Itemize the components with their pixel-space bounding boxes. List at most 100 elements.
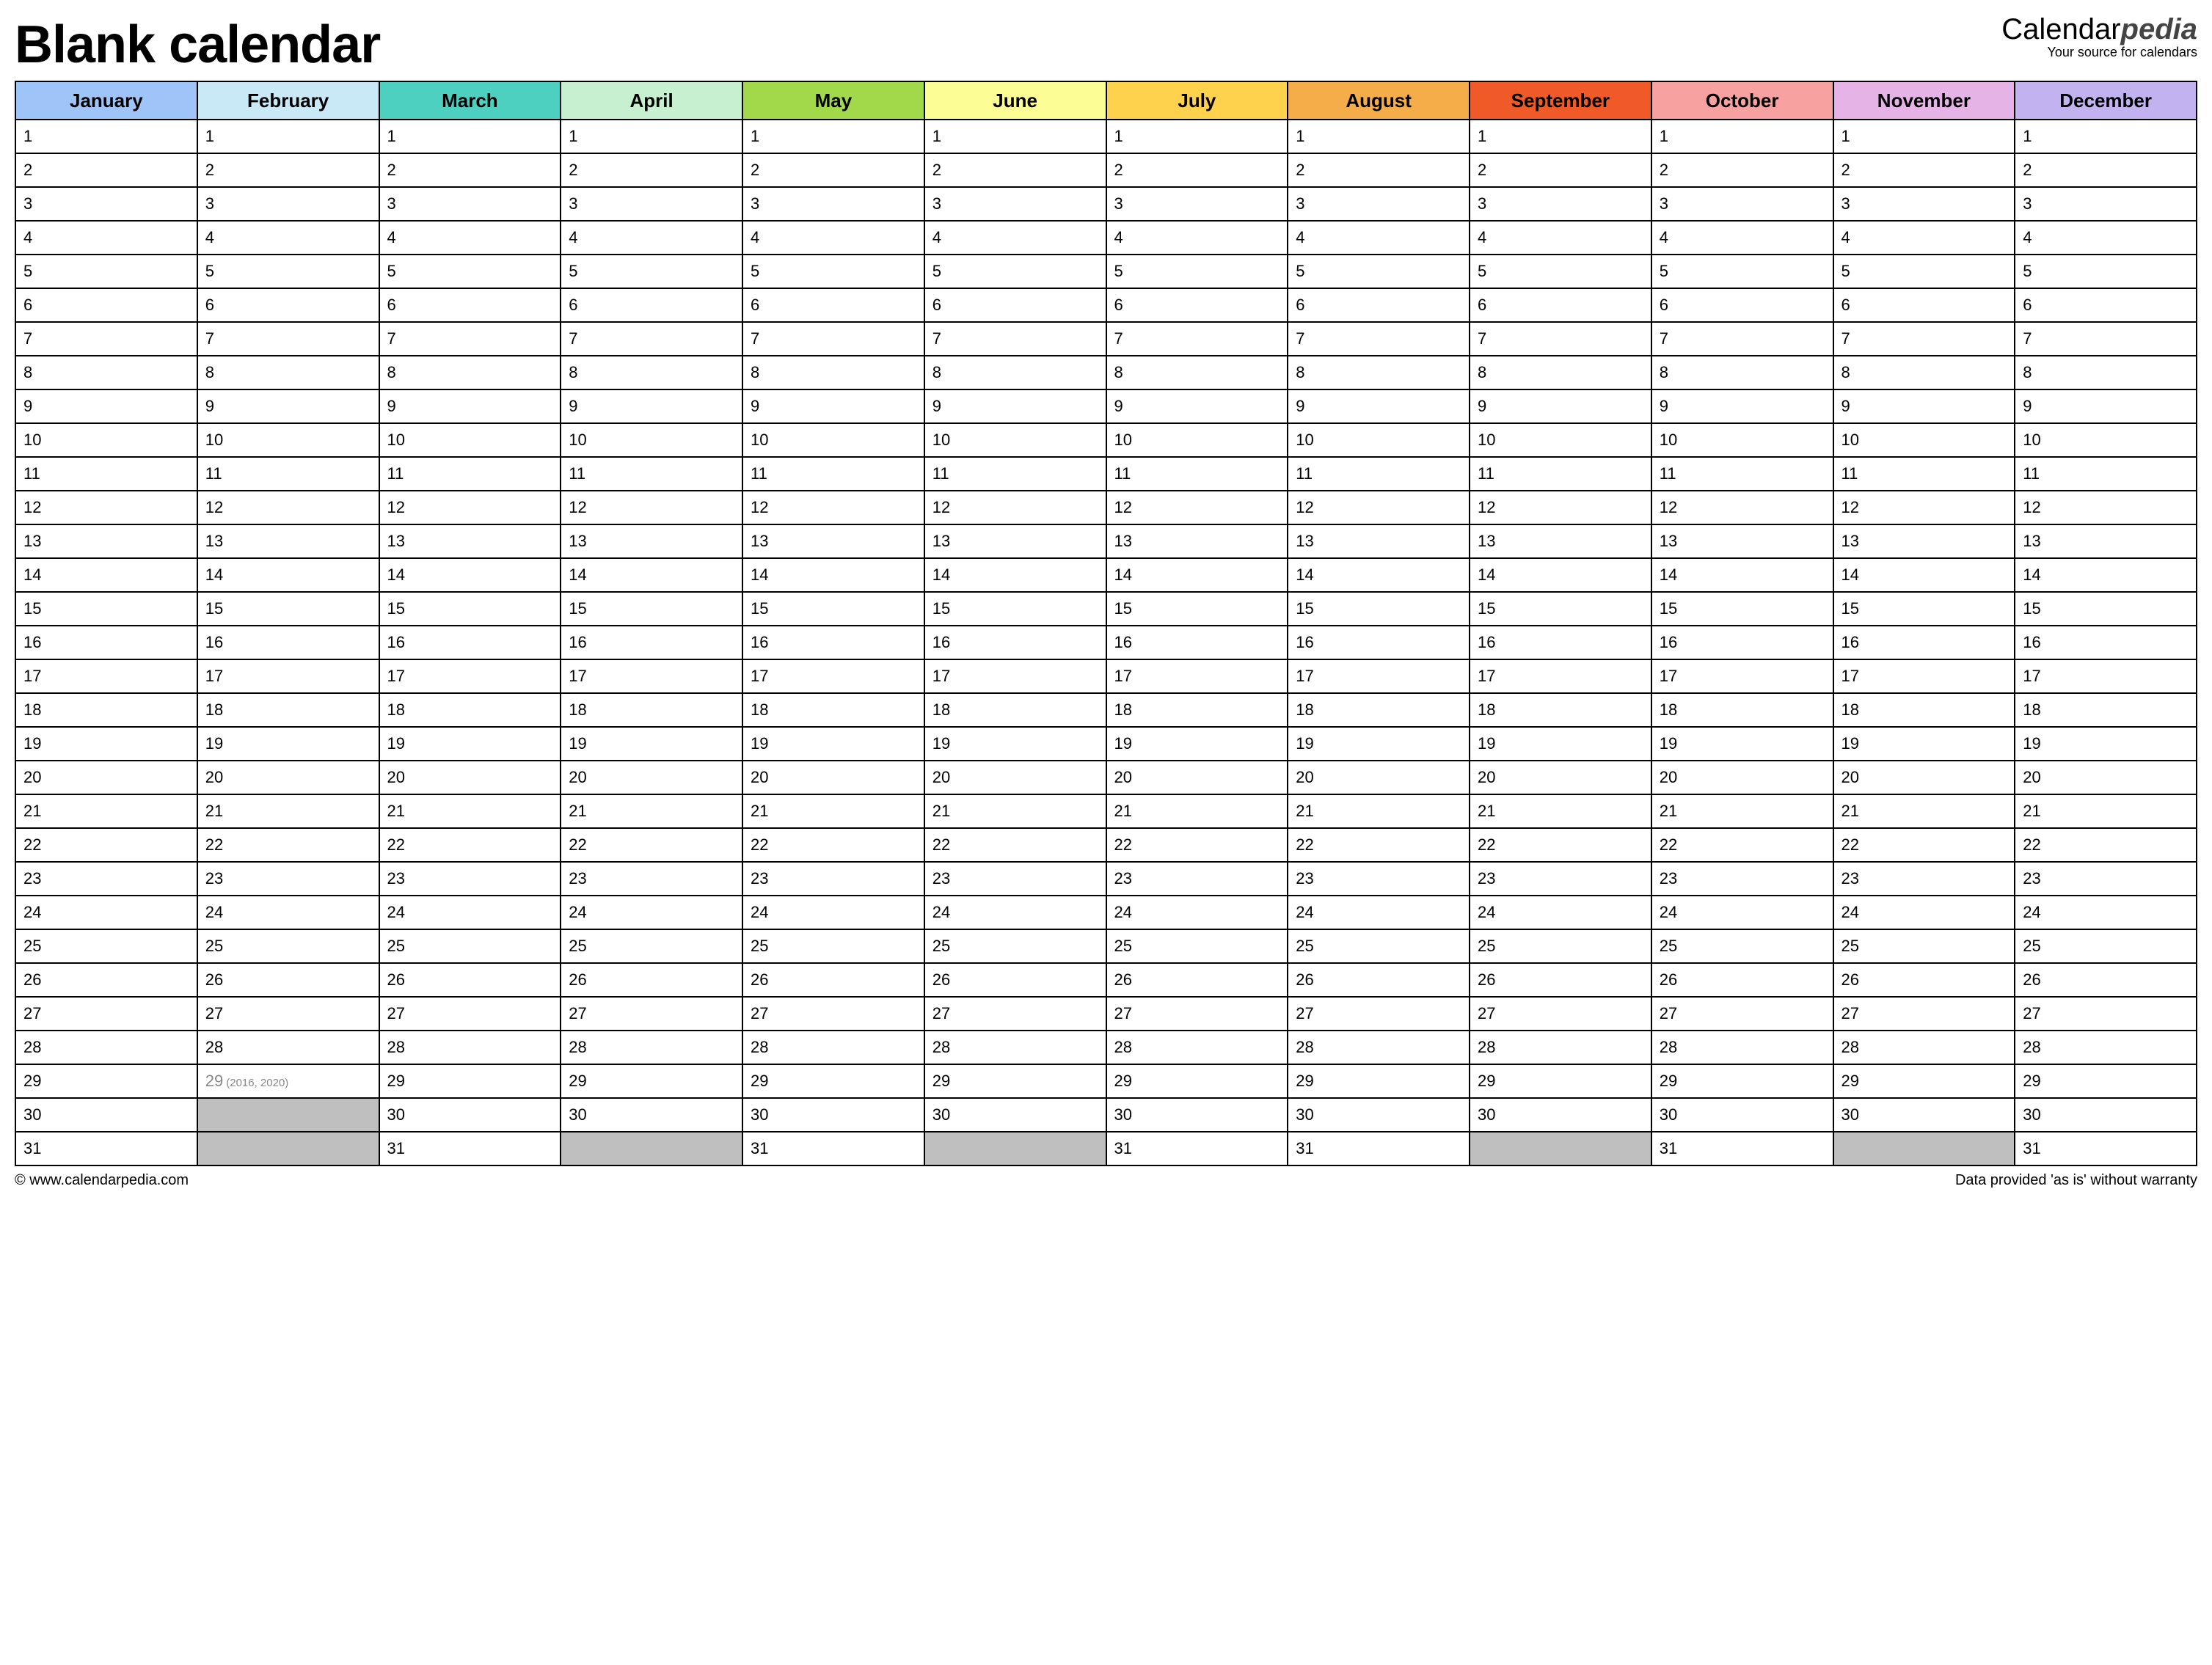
day-cell: 19	[2015, 727, 2197, 761]
day-cell: 21	[1106, 794, 1288, 828]
day-cell: 19	[924, 727, 1106, 761]
day-cell: 22	[561, 828, 742, 862]
day-cell: 3	[1106, 187, 1288, 221]
day-row-28: 282828282828282828282828	[15, 1031, 2197, 1064]
day-cell: 18	[15, 693, 197, 727]
day-cell: 23	[15, 862, 197, 896]
day-cell: 13	[1288, 524, 1470, 558]
day-cell: 30	[1651, 1098, 1833, 1132]
brand-suffix: pedia	[2121, 13, 2197, 45]
day-cell: 15	[742, 592, 924, 626]
day-cell: 26	[561, 963, 742, 997]
day-cell: 10	[197, 423, 379, 457]
day-row-8: 888888888888	[15, 356, 2197, 389]
day-cell: 27	[2015, 997, 2197, 1031]
day-cell: 29	[561, 1064, 742, 1098]
day-cell: 30	[379, 1098, 561, 1132]
day-cell: 5	[742, 255, 924, 288]
day-cell: 16	[1470, 626, 1651, 659]
day-cell: 8	[2015, 356, 2197, 389]
day-cell: 24	[561, 896, 742, 929]
day-cell: 16	[1288, 626, 1470, 659]
day-cell: 25	[1288, 929, 1470, 963]
brand-tagline: Your source for calendars	[2001, 45, 2197, 59]
day-cell: 11	[15, 457, 197, 491]
day-cell: 22	[1470, 828, 1651, 862]
day-cell: 18	[1470, 693, 1651, 727]
day-cell: 10	[15, 423, 197, 457]
day-cell: 6	[1288, 288, 1470, 322]
day-cell: 26	[924, 963, 1106, 997]
day-cell: 27	[924, 997, 1106, 1031]
day-cell: 22	[1288, 828, 1470, 862]
day-cell: 3	[1288, 187, 1470, 221]
day-cell: 21	[379, 794, 561, 828]
day-cell: 28	[1106, 1031, 1288, 1064]
day-row-25: 252525252525252525252525	[15, 929, 2197, 963]
day-cell: 30	[561, 1098, 742, 1132]
day-cell: 28	[2015, 1031, 2197, 1064]
day-cell: 12	[561, 491, 742, 524]
day-cell: 31	[742, 1132, 924, 1166]
day-cell: 7	[197, 322, 379, 356]
day-cell: 28	[15, 1031, 197, 1064]
day-row-22: 222222222222222222222222	[15, 828, 2197, 862]
day-cell: 5	[1470, 255, 1651, 288]
day-cell: 9	[197, 389, 379, 423]
day-cell: 28	[1470, 1031, 1651, 1064]
day-cell: 10	[742, 423, 924, 457]
day-cell: 22	[197, 828, 379, 862]
day-cell: 23	[561, 862, 742, 896]
day-cell: 21	[1651, 794, 1833, 828]
day-cell: 12	[1106, 491, 1288, 524]
day-cell: 16	[15, 626, 197, 659]
blocked-cell	[197, 1098, 379, 1132]
day-cell: 26	[742, 963, 924, 997]
day-cell: 28	[561, 1031, 742, 1064]
day-cell: 27	[15, 997, 197, 1031]
day-cell: 21	[1470, 794, 1651, 828]
day-cell: 8	[1651, 356, 1833, 389]
day-cell: 12	[2015, 491, 2197, 524]
day-cell: 11	[1470, 457, 1651, 491]
day-row-10: 101010101010101010101010	[15, 423, 2197, 457]
day-cell: 22	[379, 828, 561, 862]
day-cell: 18	[2015, 693, 2197, 727]
day-cell: 28	[924, 1031, 1106, 1064]
day-cell: 10	[2015, 423, 2197, 457]
day-cell: 21	[1833, 794, 2015, 828]
day-cell: 3	[197, 187, 379, 221]
day-cell: 17	[924, 659, 1106, 693]
day-cell: 4	[197, 221, 379, 255]
day-cell: 15	[1833, 592, 2015, 626]
calendar-body: 1111111111112222222222223333333333334444…	[15, 120, 2197, 1166]
blocked-cell	[197, 1132, 379, 1166]
day-cell: 28	[1288, 1031, 1470, 1064]
day-cell: 12	[1833, 491, 2015, 524]
day-cell: 5	[1288, 255, 1470, 288]
day-cell: 7	[1833, 322, 2015, 356]
day-cell: 20	[1106, 761, 1288, 794]
day-cell: 27	[1651, 997, 1833, 1031]
day-cell: 13	[924, 524, 1106, 558]
day-cell: 28	[379, 1031, 561, 1064]
day-cell: 2	[561, 153, 742, 187]
day-row-16: 161616161616161616161616	[15, 626, 2197, 659]
day-row-4: 444444444444	[15, 221, 2197, 255]
day-cell: 13	[15, 524, 197, 558]
day-row-29: 2929(2016, 2020)29292929292929292929	[15, 1064, 2197, 1098]
day-cell: 4	[924, 221, 1106, 255]
day-cell: 14	[1833, 558, 2015, 592]
day-cell: 4	[1470, 221, 1651, 255]
day-cell: 26	[1833, 963, 2015, 997]
day-cell: 25	[561, 929, 742, 963]
day-cell: 24	[2015, 896, 2197, 929]
day-cell: 21	[1288, 794, 1470, 828]
day-cell: 14	[561, 558, 742, 592]
day-cell: 15	[924, 592, 1106, 626]
day-cell: 20	[1288, 761, 1470, 794]
day-cell: 5	[15, 255, 197, 288]
day-cell: 25	[197, 929, 379, 963]
day-cell: 11	[379, 457, 561, 491]
day-cell: 4	[1833, 221, 2015, 255]
